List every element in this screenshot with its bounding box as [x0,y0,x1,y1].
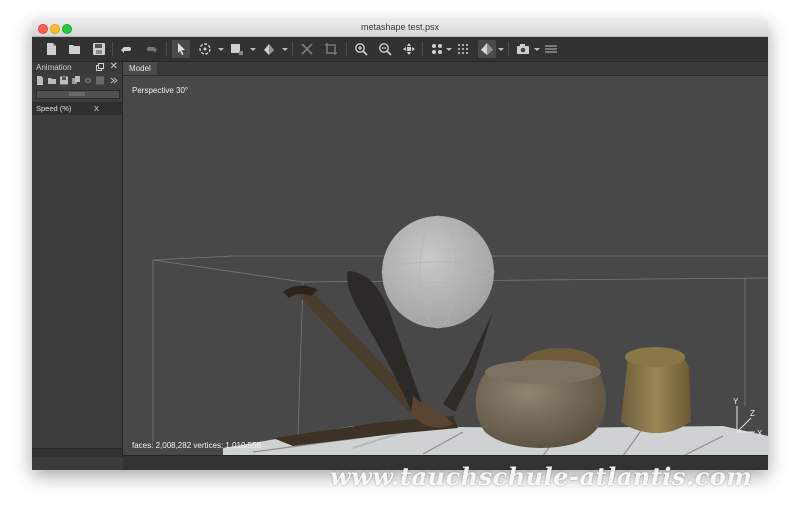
move-region-icon[interactable] [260,40,278,58]
main-toolbar [32,37,768,62]
model-scene: Y Z X [152,215,768,456]
rotate-object-icon[interactable] [196,40,214,58]
model-stats: faces: 2,008,282 vertices: 1,010,558 [132,441,261,450]
property-name: Speed (%) [36,104,72,113]
undock-icon[interactable] [96,63,104,71]
save-icon[interactable] [90,40,108,58]
resize-region-icon[interactable] [228,40,246,58]
title-bar: metashape test.psx [32,20,768,37]
save-track-icon[interactable] [60,76,68,85]
pots [475,347,691,448]
new-track-icon[interactable] [36,76,44,85]
timeline-scrollbar[interactable] [36,90,120,99]
redo-icon[interactable] [142,40,160,58]
animation-panel: Animation ✕ Speed (%) X [32,62,123,457]
undo-icon[interactable] [118,40,136,58]
panel-close-icon[interactable]: ✕ [110,62,118,72]
property-row[interactable]: Speed (%) X [32,102,122,115]
tab-model[interactable]: Model [123,62,157,75]
duplicate-icon[interactable] [72,76,80,85]
app-window: metashape test.psx Animation ✕ Speed (%)… [32,20,768,470]
more-icon[interactable] [110,76,118,85]
panel-scrollbar[interactable] [32,448,122,457]
camera-icon[interactable] [514,40,532,58]
navigation-icon[interactable] [400,40,418,58]
layers-icon[interactable] [542,40,560,58]
model-view: Model Y Z X Perspective 30° faces: 2,008… [123,62,768,470]
axis-label-y: Y [733,397,739,406]
open-folder-icon[interactable] [66,40,84,58]
panel-header: Animation ✕ [32,62,122,74]
zoom-out-icon[interactable] [376,40,394,58]
panel-title: Animation [36,63,72,72]
view-tab-bar: Model [123,62,768,76]
panel-toolbar [32,74,122,88]
property-value: X [94,104,100,113]
watermark-text: www.tauchschule-atlantis.com [330,462,753,491]
settings-gear-icon[interactable] [84,76,92,85]
axis-label-z: Z [750,409,755,418]
3d-viewport[interactable]: Y Z X Perspective 30° faces: 2,008,282 v… [123,76,768,456]
new-file-icon[interactable] [42,40,60,58]
model-solid-icon[interactable] [478,40,496,58]
select-arrow-icon[interactable] [172,40,190,58]
delete-icon[interactable] [298,40,316,58]
record-icon[interactable] [96,76,104,85]
zoom-in-icon[interactable] [352,40,370,58]
window-title: metashape test.psx [360,22,440,32]
dense-cloud-icon[interactable] [454,40,472,58]
projection-label: Perspective 30° [132,86,189,95]
rotation-sphere [381,215,495,329]
point-cloud-icon[interactable] [428,40,446,58]
open-track-icon[interactable] [48,76,56,85]
crop-icon[interactable] [322,40,340,58]
axis-label-x: X [757,429,763,438]
